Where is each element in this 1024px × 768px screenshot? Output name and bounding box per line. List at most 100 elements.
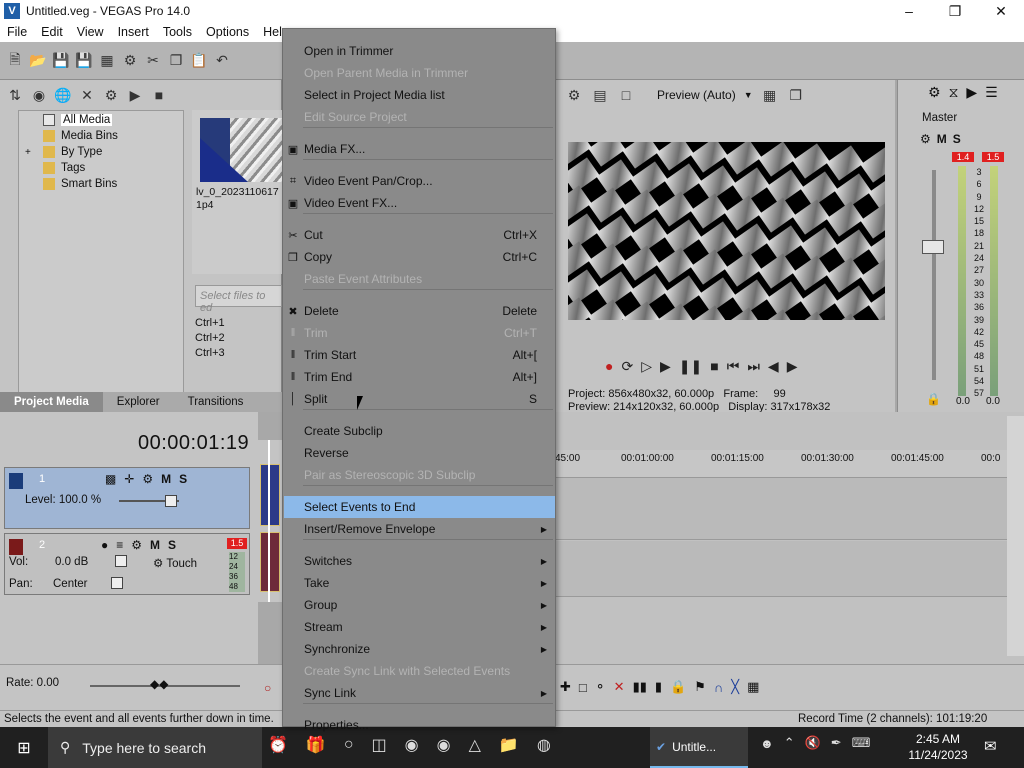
compositing-icon[interactable]: ▩ [105, 472, 116, 486]
expand-toggle[interactable]: + [25, 147, 31, 158]
import-media-icon[interactable]: ⇅ [6, 86, 24, 104]
people-icon[interactable]: ☻ [760, 736, 774, 751]
chevron-up-icon[interactable]: ⌃ [784, 735, 795, 751]
menu-options[interactable]: Options [199, 25, 256, 39]
task-view-icon[interactable]: ◫ [372, 735, 387, 755]
previous-frame-icon[interactable]: ◀ [768, 358, 779, 375]
automation-mode[interactable]: ⚙ Touch [153, 556, 197, 570]
close-button[interactable]: ✕ [978, 0, 1024, 22]
mute-button[interactable]: M [937, 132, 947, 146]
web-icon[interactable]: 🌐 [54, 86, 72, 104]
menu-item-select-events-to-end[interactable]: Select Events to End [284, 496, 555, 518]
track-lane-audio[interactable] [555, 541, 1007, 597]
lock-icon[interactable]: 🔒 [926, 392, 941, 406]
settings-icon[interactable]: ⚙ [565, 86, 583, 104]
volume-icon[interactable]: 🔇 [805, 735, 821, 751]
menu-item-copy[interactable]: ❐ Copy Ctrl+C [284, 246, 555, 268]
menu-item-group[interactable]: Group ▶ [284, 594, 555, 616]
master-fader-handle[interactable] [922, 240, 944, 254]
trim-icon[interactable]: ▮▮ [633, 679, 647, 695]
menu-item-trim-end[interactable]: ‖ Trim End Alt+] [284, 366, 555, 388]
pause-icon[interactable]: ❚❚ [679, 358, 702, 375]
menu-edit[interactable]: Edit [34, 25, 70, 39]
menu-item-video-event-fx[interactable]: ▣ Video Event FX... [284, 192, 555, 214]
track-header-video[interactable]: 1 ▩ ✛ ⚙ M S Level: 100.0 % [4, 467, 250, 529]
snapping-icon[interactable]: ∩ [714, 680, 723, 695]
track-header-audio[interactable]: 2 ● ≡ ⚙ M S 1.5 12 24 36 48 Vol: 0.0 dB Pan… [4, 533, 250, 595]
maximize-button[interactable]: ❐ [932, 0, 978, 22]
tree-item-tags[interactable]: Tags [19, 160, 183, 176]
ripple-icon[interactable]: ▦ [747, 679, 759, 695]
play-icon[interactable]: ▶ [660, 358, 671, 375]
menu-insert[interactable]: Insert [111, 25, 156, 39]
gift-app-icon[interactable]: 🎁 [306, 735, 326, 755]
menu-item-select-in-project-media-list[interactable]: Select in Project Media list [284, 84, 555, 106]
normal-edit-icon[interactable]: ✚ [560, 679, 571, 695]
split-icon[interactable]: ▮ [655, 679, 662, 695]
pan-slider-handle[interactable] [111, 577, 123, 589]
chevron-down-icon[interactable]: ▼ [744, 90, 753, 100]
menu-tools[interactable]: Tools [156, 25, 199, 39]
menu-item-insert-remove-envelope[interactable]: Insert/Remove Envelope ▶ [284, 518, 555, 540]
tab-project-media[interactable]: Project Media [0, 392, 103, 412]
external-monitor-icon[interactable]: ▤ [591, 86, 609, 104]
media-search-input[interactable]: Select files to ed [195, 285, 282, 314]
time-ruler[interactable]: 45:00 00:01:00:00 00:01:15:00 00:01:30:0… [555, 450, 1007, 478]
dim-icon[interactable]: ▶ [966, 84, 977, 101]
delete-icon[interactable]: ✕ [614, 679, 625, 695]
minimize-button[interactable]: – [886, 0, 932, 22]
tree-item-all-media[interactable]: All Media [19, 112, 183, 128]
lock-icon[interactable]: 🔒 [670, 679, 686, 695]
taskbar-vegas-button[interactable]: ✔ Untitle... [650, 727, 748, 768]
invert-phase-icon[interactable]: ≡ [116, 538, 123, 552]
tab-transitions[interactable]: Transitions [174, 392, 258, 412]
app-icon[interactable]: ◉ [405, 735, 419, 755]
record-icon[interactable]: ● [605, 358, 613, 375]
app-icon[interactable]: ◉ [437, 735, 451, 755]
motion-icon[interactable]: ✛ [124, 472, 134, 486]
tab-explorer[interactable]: Explorer [103, 392, 174, 412]
marker-icon[interactable]: ⚑ [694, 679, 706, 695]
menu-item-cut[interactable]: ✂ Cut Ctrl+X [284, 224, 555, 246]
volume-slider-handle[interactable] [115, 555, 127, 567]
fx-icon[interactable]: ⚙ [142, 472, 153, 486]
notification-icon[interactable]: ✉ [984, 737, 997, 755]
record-icon[interactable]: ○ [264, 681, 271, 695]
fx-icon[interactable]: ⚙ [920, 132, 931, 146]
menu-item-sync-link[interactable]: Sync Link ▶ [284, 682, 555, 704]
tree-item-media-bins[interactable]: Media Bins [19, 128, 183, 144]
menu-item-media-fx[interactable]: ▣ Media FX... [284, 138, 555, 160]
menu-item-properties[interactable]: Properties... [284, 714, 555, 736]
chrome-icon[interactable]: ◍ [537, 735, 551, 755]
next-frame-icon[interactable]: ▶ [787, 358, 798, 375]
properties-icon[interactable]: ⚙ [102, 86, 120, 104]
menu-item-reverse[interactable]: Reverse [284, 442, 555, 464]
video-event[interactable] [260, 464, 280, 526]
go-to-end-icon[interactable]: ⏭ [747, 358, 760, 375]
menu-item-stream[interactable]: Stream ▶ [284, 616, 555, 638]
mixer-icon[interactable]: ☰ [985, 84, 998, 101]
stop-icon[interactable]: ■ [710, 358, 718, 375]
menu-item-synchronize[interactable]: Synchronize ▶ [284, 638, 555, 660]
track-lane-video[interactable] [555, 478, 1007, 540]
paste-icon[interactable]: 📋 [190, 52, 208, 70]
menu-item-trim-start[interactable]: ‖ Trim Start Alt+[ [284, 344, 555, 366]
tree-item-smart-bins[interactable]: Smart Bins [19, 176, 183, 192]
solo-button[interactable]: S [953, 132, 961, 146]
settings-icon[interactable]: ⚙ [121, 52, 139, 70]
play-from-start-icon[interactable]: ▷ [641, 358, 652, 375]
auto-crossfade-icon[interactable]: ╳ [731, 679, 739, 695]
new-icon[interactable]: 🗎 [6, 51, 24, 70]
solo-button[interactable]: S [179, 472, 187, 486]
3d-viewer-icon[interactable]: △ [469, 735, 481, 755]
split-screen-icon[interactable]: □ [617, 86, 635, 104]
save-as-icon[interactable]: 💾 [75, 52, 93, 70]
menu-view[interactable]: View [70, 25, 111, 39]
clock-app-icon[interactable]: ⏰ [268, 735, 288, 755]
menu-item-open-in-trimmer[interactable]: Open in Trimmer [284, 40, 555, 62]
menu-item-switches[interactable]: Switches ▶ [284, 550, 555, 572]
save-icon[interactable]: 💾 [52, 52, 70, 70]
capture-icon[interactable]: ◉ [30, 86, 48, 104]
copy-snapshot-icon[interactable]: ❐ [787, 86, 805, 104]
go-to-start-icon[interactable]: ⏮ [727, 358, 740, 375]
